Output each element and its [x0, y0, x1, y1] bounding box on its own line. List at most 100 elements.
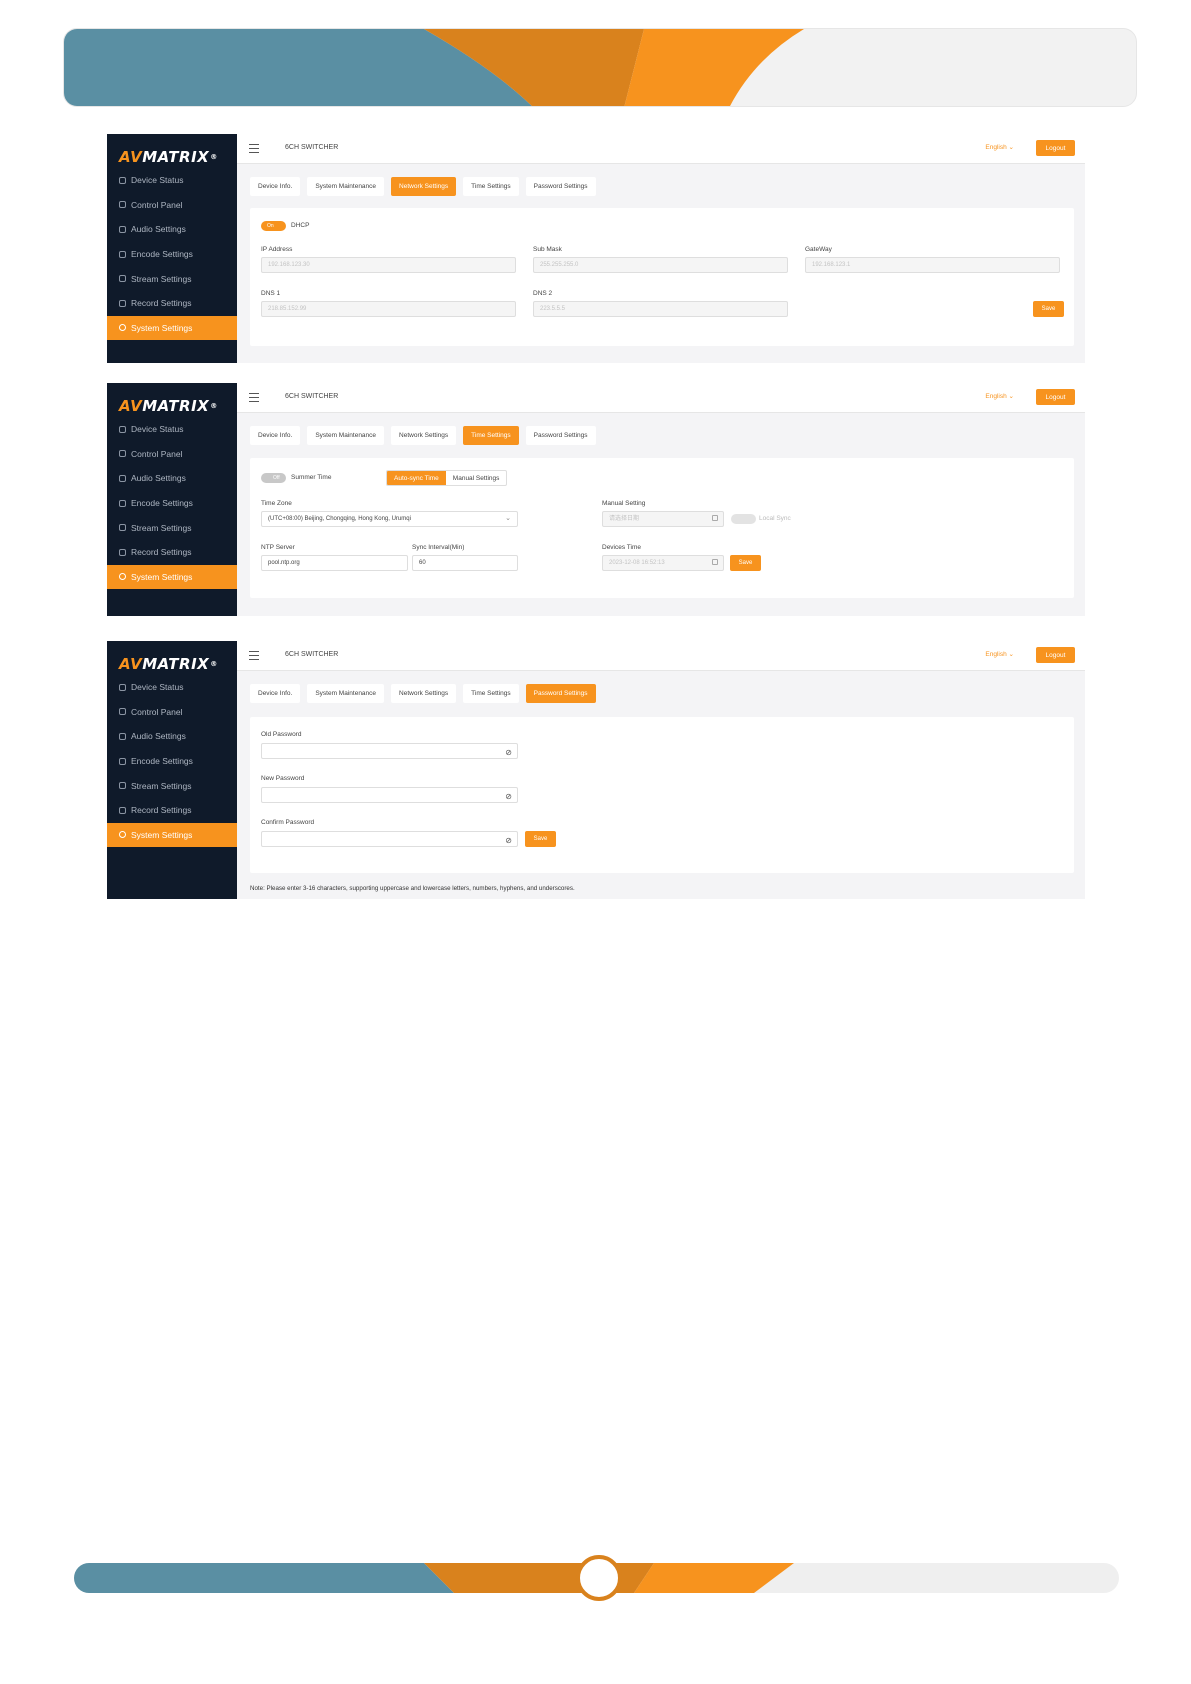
nav-record-settings[interactable]: Record Settings — [107, 540, 237, 565]
eye-off-icon[interactable]: ⊘ — [505, 746, 512, 758]
confirm-password-field[interactable]: ⊘ — [261, 831, 518, 847]
nav-device-status[interactable]: Device Status — [107, 417, 237, 442]
local-sync-toggle[interactable] — [731, 514, 756, 524]
tab-password-settings[interactable]: Password Settings — [525, 177, 596, 196]
save-button[interactable]: Save — [730, 555, 761, 571]
manual-setting-label: Manual Setting — [602, 500, 646, 507]
local-sync-label: Local Sync — [759, 515, 791, 522]
menu-icon[interactable] — [249, 144, 259, 153]
old-password-field[interactable]: ⊘ — [261, 743, 518, 759]
summer-time-toggle[interactable]: Off — [261, 473, 286, 483]
dns2-label: DNS 2 — [533, 290, 553, 297]
avmatrix-logo: AV MATRIX ® — [119, 397, 218, 415]
new-password-field[interactable]: ⊘ — [261, 787, 518, 803]
password-note: Note: Please enter 3-16 characters, supp… — [250, 885, 575, 892]
eye-off-icon[interactable]: ⊘ — [505, 834, 512, 846]
logout-button[interactable]: Logout — [1036, 647, 1075, 663]
nav-stream-settings[interactable]: Stream Settings — [107, 773, 237, 798]
nav-audio-settings[interactable]: Audio Settings — [107, 466, 237, 491]
nav-control-panel[interactable]: Control Panel — [107, 442, 237, 467]
manual-date-picker[interactable]: 请选择日期 — [602, 511, 724, 527]
nav-record-settings[interactable]: Record Settings — [107, 798, 237, 823]
gear-icon — [119, 831, 126, 839]
nav-system-settings[interactable]: System Settings — [107, 564, 237, 590]
nav-control-panel[interactable]: Control Panel — [107, 700, 237, 725]
tab-time-settings[interactable]: Time Settings — [463, 684, 519, 703]
nav-audio-settings[interactable]: Audio Settings — [107, 724, 237, 749]
nav-stream-settings[interactable]: Stream Settings — [107, 515, 237, 540]
nav-device-status[interactable]: Device Status — [107, 168, 237, 193]
sidebar-nav: Device Status Control Panel Audio Settin… — [107, 417, 237, 590]
logout-button[interactable]: Logout — [1036, 140, 1075, 156]
save-button[interactable]: Save — [525, 831, 556, 847]
topbar: 6CH SWITCHER English ⌄ Logout — [237, 383, 1085, 413]
topbar: 6CH SWITCHER English ⌄ Logout — [237, 641, 1085, 671]
clock-icon — [119, 176, 126, 184]
menu-icon[interactable] — [249, 393, 259, 402]
language-select[interactable]: English ⌄ — [985, 392, 1014, 400]
tab-system-maintenance[interactable]: System Maintenance — [307, 426, 385, 445]
avmatrix-logo: AV MATRIX ® — [119, 655, 218, 673]
gateway-label: GateWay — [805, 246, 832, 253]
nav-control-panel[interactable]: Control Panel — [107, 193, 237, 218]
nav-audio-settings[interactable]: Audio Settings — [107, 217, 237, 242]
dhcp-toggle[interactable]: On — [261, 221, 286, 231]
dns1-field[interactable]: 218.85.152.99 — [261, 301, 516, 317]
banner-graphic — [64, 29, 804, 106]
ip-address-field[interactable]: 192.168.123.30 — [261, 257, 516, 273]
nav-device-status[interactable]: Device Status — [107, 675, 237, 700]
tab-network-settings[interactable]: Network Settings — [391, 177, 457, 196]
nav-system-settings[interactable]: System Settings — [107, 315, 237, 341]
nav-encode-settings[interactable]: Encode Settings — [107, 491, 237, 516]
tab-time-settings[interactable]: Time Settings — [463, 426, 519, 445]
device-title: 6CH SWITCHER — [285, 393, 339, 400]
device-title: 6CH SWITCHER — [285, 651, 339, 658]
tab-network-settings[interactable]: Network Settings — [391, 426, 457, 445]
language-select[interactable]: English ⌄ — [985, 143, 1014, 151]
password-form: Old Password ⊘ New Password ⊘ Confirm Pa… — [250, 717, 1074, 873]
devices-time-field[interactable]: 2023-12-08 16:52:13 — [602, 555, 724, 571]
gateway-field[interactable]: 192.168.123.1 — [805, 257, 1060, 273]
nav-stream-settings[interactable]: Stream Settings — [107, 266, 237, 291]
settings-tabs: Device Info. System Maintenance Network … — [250, 177, 596, 196]
stream-icon — [119, 275, 126, 283]
logout-button[interactable]: Logout — [1036, 389, 1075, 405]
avmatrix-logo: AV MATRIX ® — [119, 148, 218, 166]
sync-interval-field[interactable]: 60 — [412, 555, 518, 571]
nav-record-settings[interactable]: Record Settings — [107, 291, 237, 316]
nav-encode-settings[interactable]: Encode Settings — [107, 749, 237, 774]
dns2-field[interactable]: 223.5.5.5 — [533, 301, 788, 317]
gear-icon — [119, 324, 126, 332]
save-button[interactable]: Save — [1033, 301, 1064, 317]
tab-device-info[interactable]: Device Info. — [250, 684, 301, 703]
nav-encode-settings[interactable]: Encode Settings — [107, 242, 237, 267]
network-settings-panel: AV MATRIX ® Device Status Control Panel Au… — [107, 134, 1085, 363]
sliders-icon — [119, 201, 126, 209]
tab-device-info[interactable]: Device Info. — [250, 426, 301, 445]
chevron-down-icon: ⌄ — [505, 515, 511, 522]
menu-icon[interactable] — [249, 651, 259, 660]
tab-password-settings[interactable]: Password Settings — [525, 684, 596, 703]
new-password-label: New Password — [261, 775, 305, 782]
grid-icon — [119, 732, 126, 740]
tab-system-maintenance[interactable]: System Maintenance — [307, 177, 385, 196]
manual-settings-option[interactable]: Manual Settings — [446, 471, 507, 485]
eye-off-icon[interactable]: ⊘ — [505, 790, 512, 802]
auto-sync-option[interactable]: Auto-sync Time — [387, 471, 446, 485]
tab-device-info[interactable]: Device Info. — [250, 177, 301, 196]
sliders-icon — [119, 450, 126, 458]
calendar-icon — [712, 515, 718, 521]
sub-mask-field[interactable]: 255.255.255.0 — [533, 257, 788, 273]
nav-system-settings[interactable]: System Settings — [107, 822, 237, 848]
time-zone-select[interactable]: (UTC+08:00) Beijing, Chongqing, Hong Kon… — [261, 511, 518, 527]
page-indicator — [576, 1555, 622, 1601]
tab-network-settings[interactable]: Network Settings — [391, 684, 457, 703]
ntp-server-field[interactable]: pool.ntp.org — [261, 555, 408, 571]
language-select[interactable]: English ⌄ — [985, 650, 1014, 658]
gear-icon — [119, 573, 126, 581]
tab-password-settings[interactable]: Password Settings — [525, 426, 596, 445]
tab-system-maintenance[interactable]: System Maintenance — [307, 684, 385, 703]
confirm-password-label: Confirm Password — [261, 819, 315, 826]
grid-icon — [119, 499, 126, 507]
tab-time-settings[interactable]: Time Settings — [463, 177, 519, 196]
